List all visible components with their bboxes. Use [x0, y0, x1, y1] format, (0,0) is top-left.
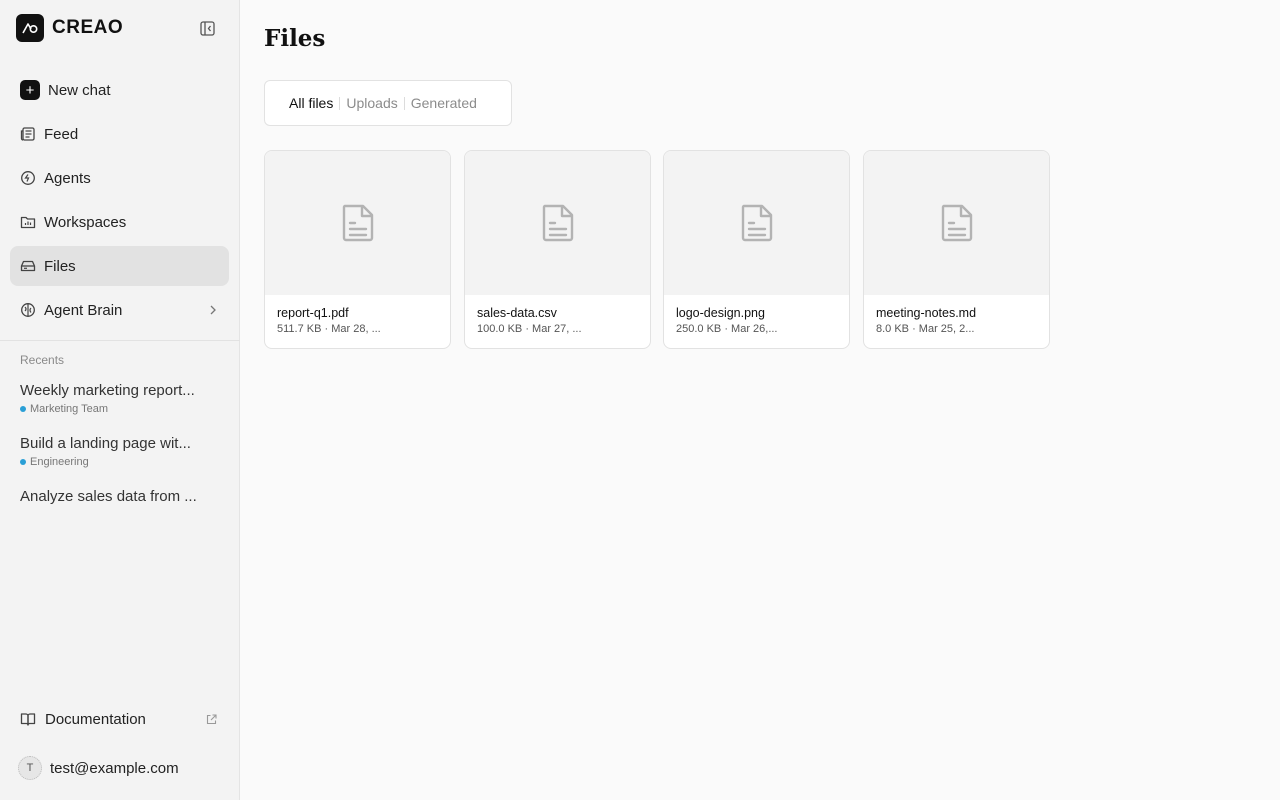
nav-label: Agent Brain: [44, 301, 123, 319]
user-profile[interactable]: T test@example.com: [18, 756, 179, 780]
tab-uploads[interactable]: Uploads: [346, 95, 397, 111]
recent-item[interactable]: Weekly marketing report... Marketing Tea…: [20, 382, 220, 415]
nav-label: New chat: [48, 81, 111, 99]
file-document-icon: [941, 204, 972, 242]
recent-item[interactable]: Analyze sales data from ...: [20, 488, 220, 505]
file-name: meeting-notes.md: [876, 306, 977, 320]
recent-item-tag: Marketing Team: [20, 403, 220, 415]
file-preview: [265, 151, 450, 295]
file-meta: 8.0 KB · Mar 25, 2...: [876, 323, 975, 335]
file-name: report-q1.pdf: [277, 306, 349, 320]
sidebar-item-agents[interactable]: Agents: [10, 158, 229, 198]
new-chat-button[interactable]: + New chat: [10, 70, 229, 110]
recent-item-title: Build a landing page wit...: [20, 435, 191, 452]
sidebar-item-agent-brain[interactable]: Agent Brain: [10, 290, 229, 330]
file-card[interactable]: logo-design.png 250.0 KB · Mar 26,...: [663, 150, 850, 349]
recent-item[interactable]: Build a landing page wit... Engineering: [20, 435, 220, 468]
tag-label: Marketing Team: [30, 403, 109, 415]
agent-icon: [20, 170, 36, 186]
folder-chart-icon: [20, 214, 36, 230]
nav-label: Feed: [44, 125, 79, 143]
chevron-right-icon: [209, 305, 217, 315]
tab-all-files[interactable]: All files: [289, 95, 333, 111]
tab-generated[interactable]: Generated: [411, 95, 477, 111]
book-open-icon: [20, 711, 36, 727]
plus-icon: +: [20, 80, 40, 100]
nav-label: Workspaces: [44, 213, 127, 231]
file-card[interactable]: meeting-notes.md 8.0 KB · Mar 25, 2...: [863, 150, 1050, 349]
documentation-label: Documentation: [45, 710, 146, 728]
collapse-sidebar-icon[interactable]: [197, 18, 217, 38]
user-email: test@example.com: [50, 759, 179, 777]
file-preview: [864, 151, 1049, 295]
tab-separator: [403, 96, 405, 110]
brain-icon: [20, 302, 36, 318]
tag-dot-icon: [20, 459, 26, 465]
recent-item-title: Weekly marketing report...: [20, 382, 195, 399]
tag-dot-icon: [20, 406, 26, 412]
sidebar-item-files[interactable]: Files: [10, 246, 229, 286]
sidebar-item-workspaces[interactable]: Workspaces: [10, 202, 229, 242]
recent-item-title: Analyze sales data from ...: [20, 488, 197, 505]
file-document-icon: [542, 204, 573, 242]
file-preview: [664, 151, 849, 295]
file-meta: 100.0 KB · Mar 27, ...: [477, 323, 582, 335]
file-card[interactable]: sales-data.csv 100.0 KB · Mar 27, ...: [464, 150, 651, 349]
external-link-icon: [206, 713, 217, 725]
newspaper-icon: [20, 126, 36, 142]
drive-icon: [20, 258, 36, 274]
avatar: T: [18, 756, 42, 780]
file-document-icon: [741, 204, 772, 242]
nav-label: Agents: [44, 169, 91, 187]
creao-logo-icon: [16, 14, 44, 42]
file-document-icon: [342, 204, 373, 242]
file-filter-tabs: All files Uploads Generated: [264, 80, 512, 126]
file-preview: [465, 151, 650, 295]
recent-item-tag: Engineering: [20, 456, 220, 468]
sidebar-divider: [0, 340, 240, 341]
file-card[interactable]: report-q1.pdf 511.7 KB · Mar 28, ...: [264, 150, 451, 349]
sidebar: CREAO + New chat Feed Agents Workspaces …: [0, 0, 240, 800]
file-name: logo-design.png: [676, 306, 765, 320]
documentation-link[interactable]: Documentation: [10, 705, 229, 733]
file-meta: 511.7 KB · Mar 28, ...: [277, 323, 381, 335]
sidebar-item-feed[interactable]: Feed: [10, 114, 229, 154]
file-name: sales-data.csv: [477, 306, 557, 320]
sidebar-nav: + New chat Feed Agents Workspaces Files …: [10, 70, 229, 334]
tag-label: Engineering: [30, 456, 89, 468]
brand-name: CREAO: [52, 17, 124, 38]
page-title: Files: [264, 25, 326, 52]
recents-title: Recents: [20, 353, 65, 367]
tab-separator: [339, 96, 341, 110]
nav-label: Files: [44, 257, 76, 275]
file-meta: 250.0 KB · Mar 26,...: [676, 323, 778, 335]
brand-logo[interactable]: CREAO: [16, 14, 123, 42]
